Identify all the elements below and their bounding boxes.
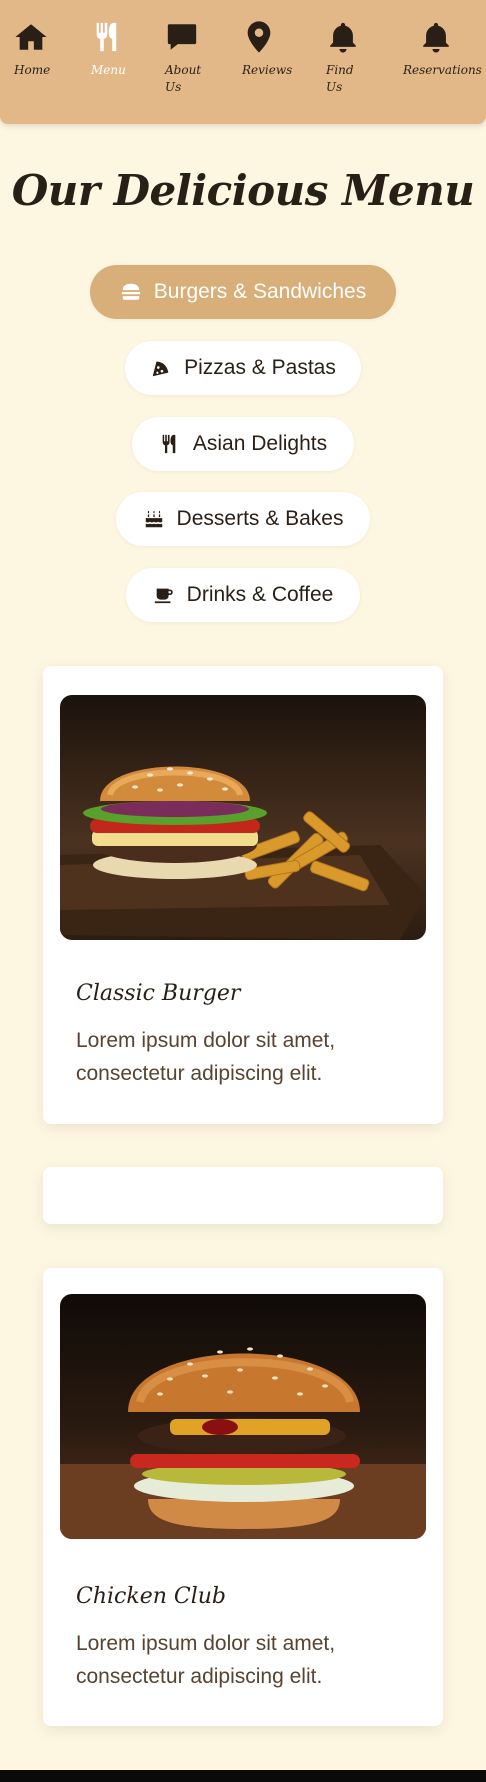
bell-icon — [423, 22, 449, 53]
nav-item-menu[interactable]: Menu — [91, 20, 126, 79]
category-label: Drinks & Coffee — [186, 583, 334, 606]
nav-item-reservations[interactable]: Reservations — [403, 20, 482, 79]
category-label: Desserts & Bakes — [176, 507, 344, 530]
category-label: Asian Delights — [192, 432, 328, 455]
nav-label: Find Us — [326, 63, 354, 94]
menu-item-description: Lorem ipsum dolor sit amet, consectetur … — [76, 1632, 336, 1688]
cake-icon — [143, 508, 165, 530]
nav-item-reviews[interactable]: Reviews — [242, 20, 292, 79]
map-pin-icon — [247, 21, 271, 53]
burger-with-fries-photo — [60, 695, 426, 940]
category-pizzas-pastas[interactable]: Pizzas & Pastas — [125, 341, 361, 395]
comment-icon — [167, 24, 197, 50]
bottom-edge-bar — [0, 1770, 486, 1782]
menu-item-name: Classic Burger — [76, 981, 241, 1006]
category-desserts-bakes[interactable]: Desserts & Bakes — [116, 492, 370, 546]
loaded-burger-photo — [60, 1294, 426, 1539]
category-label: Pizzas & Pastas — [184, 356, 336, 379]
nav-label: Reviews — [242, 63, 293, 77]
category-label: Burgers & Sandwiches — [153, 280, 367, 303]
nav-label: About Us — [165, 63, 202, 94]
top-nav: Home Menu About Us Reviews Find Us Reser… — [0, 0, 486, 124]
nav-item-about-us[interactable]: About Us — [165, 20, 210, 96]
nav-label: Reservations — [403, 63, 482, 77]
nav-item-find-us[interactable]: Find Us — [326, 20, 364, 96]
nav-label: Home — [14, 63, 51, 77]
menu-item-description: Lorem ipsum dolor sit amet, consectetur … — [76, 1029, 336, 1085]
nav-item-home[interactable]: Home — [14, 20, 50, 79]
category-burgers-sandwiches[interactable]: Burgers & Sandwiches — [90, 265, 396, 319]
page-title: Our Delicious Menu — [11, 166, 475, 215]
utensils-icon — [159, 433, 181, 455]
pizza-icon — [150, 357, 172, 379]
menu-item-card[interactable]: Chicken Club Lorem ipsum dolor sit amet,… — [43, 1268, 443, 1726]
home-icon — [15, 24, 47, 50]
hamburger-icon — [120, 281, 142, 303]
utensils-icon — [96, 22, 117, 52]
nav-label: Menu — [91, 63, 126, 77]
category-asian-delights[interactable]: Asian Delights — [132, 417, 354, 471]
menu-item-card[interactable]: Classic Burger Lorem ipsum dolor sit ame… — [43, 666, 443, 1124]
bell-icon — [330, 22, 356, 53]
coffee-icon — [153, 584, 175, 606]
menu-item-name: Chicken Club — [76, 1584, 226, 1609]
menu-item-card-empty — [43, 1167, 443, 1224]
category-drinks-coffee[interactable]: Drinks & Coffee — [126, 568, 360, 622]
